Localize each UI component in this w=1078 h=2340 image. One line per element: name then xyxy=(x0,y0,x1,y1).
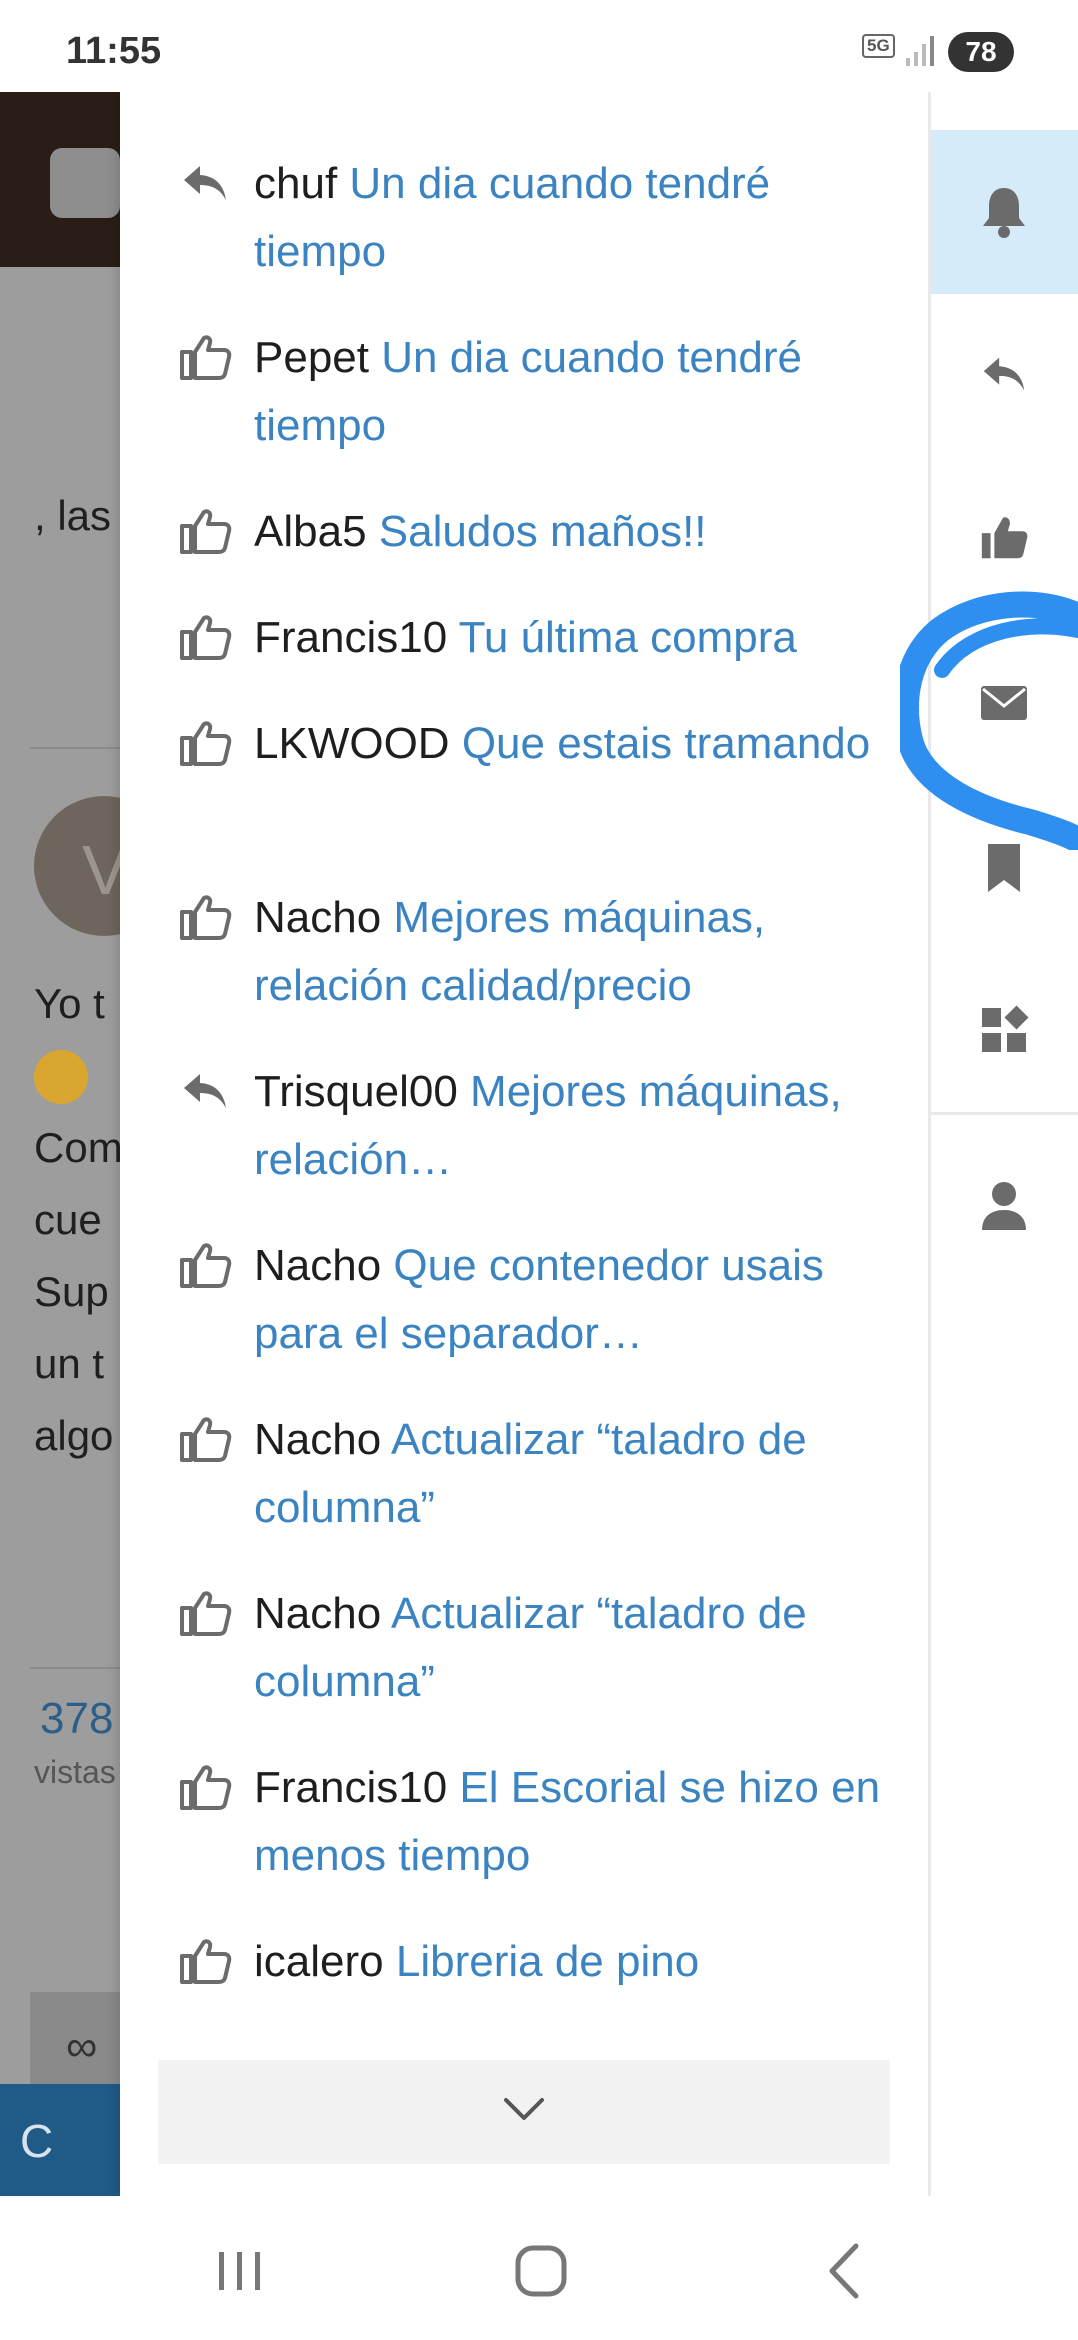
tab-replies[interactable] xyxy=(931,294,1078,458)
reply-icon xyxy=(983,357,1025,391)
tab-likes[interactable] xyxy=(931,458,1078,622)
notification-topic[interactable]: Libreria de pino xyxy=(396,1937,699,1986)
divider xyxy=(931,1112,1078,1115)
home-icon[interactable] xyxy=(506,2236,576,2306)
envelope-icon xyxy=(981,686,1027,720)
notification-user: LKWOOD xyxy=(254,719,450,768)
tab-chat-channels[interactable] xyxy=(931,950,1078,1114)
tab-messages[interactable] xyxy=(931,622,1078,786)
notification-topic[interactable]: Tu última compra xyxy=(459,613,797,662)
post-text: , las xyxy=(34,492,112,539)
notification-user: Francis10 xyxy=(254,1763,448,1812)
thumbs-up-icon xyxy=(180,895,232,940)
tab-profile[interactable] xyxy=(931,1124,1078,1288)
emoji-icon xyxy=(34,1050,88,1104)
post-text: un t xyxy=(34,1340,105,1387)
notification-topic[interactable]: Que estais tramando xyxy=(462,719,870,768)
chevron-down-icon xyxy=(504,2098,544,2120)
post-text: cue xyxy=(34,1196,102,1243)
notification-user: Nacho xyxy=(254,1241,382,1290)
notification-user: Nacho xyxy=(254,1415,382,1464)
notification-user: Francis10 xyxy=(254,613,448,662)
post-text: Com xyxy=(34,1124,120,1171)
divider xyxy=(30,747,120,749)
thumbs-up-icon xyxy=(180,335,232,380)
post-text: Sup xyxy=(34,1268,109,1315)
notification-user: Trisquel00 xyxy=(254,1067,458,1116)
notification-user: chuf xyxy=(254,159,338,208)
notification-user: icalero xyxy=(254,1937,384,1986)
tab-notifications[interactable] xyxy=(931,130,1078,294)
thumbs-up-icon xyxy=(180,721,232,766)
notification-topic[interactable]: Saludos maños!! xyxy=(379,507,707,556)
notifications-panel: chuf Un dia cuando tendré tiempo Pepet U… xyxy=(120,92,928,2196)
battery-icon: 78 xyxy=(948,32,1014,72)
recent-apps-icon[interactable] xyxy=(205,2236,275,2306)
thumbs-up-icon xyxy=(180,1591,232,1636)
notification-user: Alba5 xyxy=(254,507,367,556)
avatar: V xyxy=(34,796,120,936)
site-header xyxy=(0,92,120,267)
thumbs-up-icon xyxy=(180,1243,232,1288)
status-bar: 11:55 5G 78 xyxy=(0,0,1078,92)
thumbs-up-icon xyxy=(180,509,232,554)
system-navigation-bar xyxy=(0,2196,1078,2340)
thumbs-up-icon xyxy=(180,1939,232,1984)
views-count: 378 xyxy=(40,1694,114,1743)
reply-icon xyxy=(184,1074,226,1108)
thumbs-up-icon xyxy=(180,615,232,660)
divider xyxy=(30,1667,120,1669)
back-icon[interactable] xyxy=(810,2236,880,2306)
user-menu-tabs xyxy=(928,92,1078,2196)
bookmark-icon xyxy=(988,844,1020,892)
post-text: Yo t xyxy=(34,980,105,1027)
notification-user: Pepet xyxy=(254,333,369,382)
tab-bookmarks[interactable] xyxy=(931,786,1078,950)
thumbs-up-icon xyxy=(981,517,1028,559)
reply-bar: C xyxy=(0,2084,120,2196)
reply-label: C xyxy=(20,2115,54,2167)
post-text: algo xyxy=(34,1412,114,1459)
widgets-icon xyxy=(982,1005,1029,1052)
thumbs-up-icon xyxy=(180,1417,232,1462)
views-label: vistas xyxy=(34,1754,116,1790)
user-icon xyxy=(982,1182,1026,1230)
site-logo xyxy=(50,148,120,218)
signal-icon xyxy=(906,36,934,66)
notification-user: Nacho xyxy=(254,1589,382,1638)
thumbs-up-icon xyxy=(180,1765,232,1810)
reply-icon xyxy=(184,166,226,200)
background-page: , las V Yo t Com cue Sup un t algo 378 v… xyxy=(0,92,120,2196)
network-type-icon: 5G xyxy=(862,34,895,58)
notification-user: Nacho xyxy=(254,893,382,942)
status-time: 11:55 xyxy=(66,30,162,72)
show-more-button[interactable] xyxy=(158,2060,890,2164)
bell-icon xyxy=(983,188,1025,238)
link-icon: ∞ xyxy=(66,2022,98,2071)
